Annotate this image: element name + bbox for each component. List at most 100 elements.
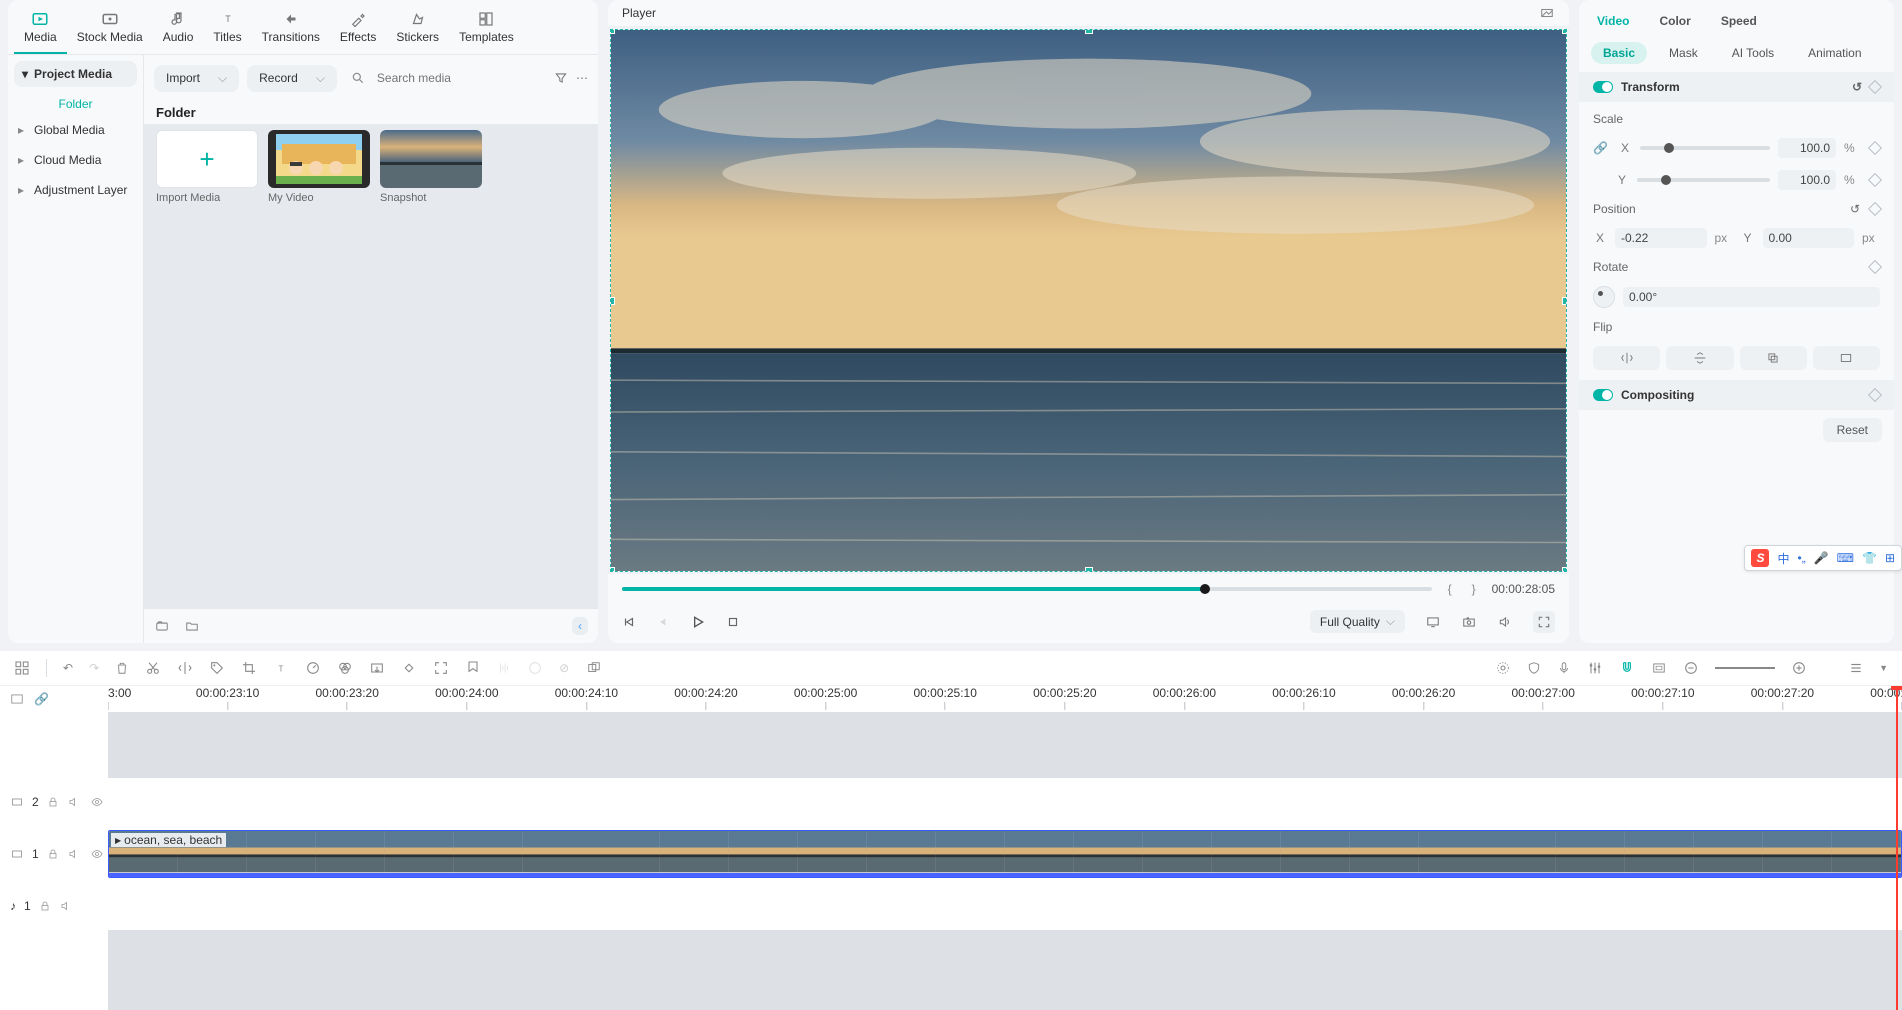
tab-media[interactable]: Media [14,6,67,54]
track-header-v2[interactable]: 2 [0,778,108,826]
lock-icon[interactable] [47,795,59,809]
flip-horizontal-button[interactable] [1593,346,1660,370]
ime-widget[interactable]: S 中 •„ 🎤 ⌨ 👕 ⊞ [1744,545,1902,571]
volume-icon[interactable] [1497,615,1513,629]
tab-stickers[interactable]: Stickers [386,6,449,54]
new-bin-icon[interactable] [154,619,170,633]
compare-icon[interactable] [1539,6,1555,20]
mute-icon[interactable] [59,900,73,912]
subtab-basic[interactable]: Basic [1591,42,1647,64]
media-tile-snapshot[interactable]: Snapshot [380,130,482,204]
tab-stock-media[interactable]: Stock Media [67,6,153,54]
track-options-icon[interactable]: ▼ [1879,663,1888,673]
zoom-out-icon[interactable] [1683,660,1699,676]
tag-icon[interactable] [209,660,225,676]
selection-handle[interactable] [1085,567,1093,572]
scale-y-value[interactable]: 100.0 [1778,170,1836,190]
new-folder-icon[interactable] [184,619,200,633]
visibility-icon[interactable] [89,848,105,860]
sidebar-item-global-media[interactable]: ▸Global Media [14,115,137,145]
seek-bar[interactable] [622,587,1432,591]
undo-icon[interactable]: ↶ [63,661,73,675]
delete-icon[interactable] [115,660,129,676]
fit-icon[interactable] [433,660,449,676]
safe-zone-icon[interactable] [1651,661,1667,675]
zoom-slider[interactable] [1715,667,1775,669]
mic-icon[interactable] [1557,660,1571,676]
scale-y-slider[interactable] [1637,178,1770,182]
magnet-icon[interactable] [1619,660,1635,676]
link-xy-icon[interactable]: 🔗 [1593,141,1608,155]
inspector-tab-color[interactable]: Color [1657,8,1692,34]
record-dropdown[interactable]: Record⌵ [247,65,337,92]
mark-out-button[interactable]: } [1468,582,1480,596]
keyframe-icon[interactable] [401,660,417,676]
keyframe-scale-x-icon[interactable] [1868,141,1882,155]
render-icon[interactable] [1495,660,1511,676]
overlap-icon[interactable] [585,661,603,675]
tab-effects[interactable]: Effects [330,6,386,54]
reset-transform-icon[interactable]: ↺ [1852,80,1862,94]
collapse-sidebar-icon[interactable]: ‹ [572,617,588,635]
scale-x-slider[interactable] [1640,146,1770,150]
search-media[interactable] [345,63,546,93]
reset-button[interactable]: Reset [1823,418,1882,442]
import-media-tile[interactable]: + Import Media [156,130,258,204]
color-icon[interactable] [337,660,353,676]
align-icon[interactable] [497,660,511,676]
group-icon[interactable] [527,660,543,676]
selection-handle[interactable] [610,567,615,572]
grid-icon[interactable] [14,660,30,676]
keyframe-scale-y-icon[interactable] [1868,173,1882,187]
marker-icon[interactable] [465,660,481,676]
selection-handle[interactable] [1562,297,1567,305]
lock-icon[interactable] [39,899,51,913]
play-button[interactable] [690,614,706,630]
seek-handle[interactable] [1200,584,1210,594]
selection-handle[interactable] [1562,567,1567,572]
inspector-tab-video[interactable]: Video [1595,8,1631,34]
speed-icon[interactable] [305,660,321,676]
selection-handle[interactable] [1085,29,1093,34]
mute-icon[interactable] [67,848,81,860]
rotate-knob[interactable] [1593,286,1615,308]
timeline-ruler[interactable]: 00:23:0000:00:23:1000:00:23:2000:00:24:0… [108,686,1902,712]
clip-ocean[interactable]: ▶ocean, sea, beach [108,830,1902,878]
ime-keyboard-icon[interactable]: ⌨ [1837,551,1854,565]
mark-in-button[interactable]: { [1444,582,1456,596]
ime-skin-icon[interactable]: 👕 [1862,551,1877,565]
mixer-icon[interactable] [1587,660,1603,676]
keyframe-transform-icon[interactable] [1868,80,1882,94]
selection-handle[interactable] [1562,29,1567,34]
tab-transitions[interactable]: Transitions [252,6,330,54]
tab-templates[interactable]: Templates [449,6,524,54]
zoom-in-icon[interactable] [1791,660,1807,676]
track-height-icon[interactable] [1849,660,1863,676]
folder-link[interactable]: Folder [14,87,137,115]
tab-audio[interactable]: Audio [153,6,204,54]
ime-lang[interactable]: 中 [1777,550,1789,567]
transform-header[interactable]: Transform ↺ [1579,72,1894,102]
crop-icon[interactable] [241,660,257,676]
display-icon[interactable] [1425,615,1441,629]
import-dropdown[interactable]: Import⌵ [154,65,239,92]
export-frame-icon[interactable] [369,660,385,676]
project-media-header[interactable]: ▾Project Media [14,61,137,87]
mute-icon[interactable] [67,796,81,808]
timer-icon[interactable]: ⊘ [559,661,569,675]
text-icon[interactable]: T [273,660,289,676]
subtab-ai-tools[interactable]: AI Tools [1720,42,1786,64]
sidebar-item-cloud-media[interactable]: ▸Cloud Media [14,145,137,175]
keyframe-rotate-icon[interactable] [1868,260,1882,274]
snapshot-icon[interactable] [1461,615,1477,629]
selection-handle[interactable] [610,29,615,34]
rotate-value[interactable]: 0.00° [1623,287,1880,307]
flip-copy-button[interactable] [1740,346,1807,370]
visibility-icon[interactable] [89,796,105,808]
ime-tool-icon[interactable]: ⊞ [1885,551,1895,565]
compositing-toggle[interactable] [1593,389,1613,401]
keyframe-position-icon[interactable] [1868,202,1882,216]
flip-fit-button[interactable] [1813,346,1880,370]
search-input[interactable] [373,67,540,89]
position-x-value[interactable]: -0.22 [1615,228,1707,248]
